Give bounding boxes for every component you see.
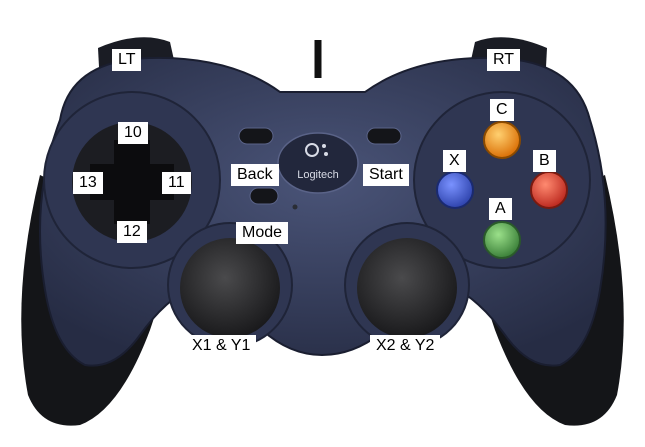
button-c-label: C <box>490 99 514 121</box>
back-label: Back <box>231 164 279 186</box>
back-button-shape <box>238 127 274 145</box>
dpad-left-label: 13 <box>73 172 103 194</box>
start-button-shape <box>366 127 402 145</box>
button-b-shape <box>530 171 568 209</box>
mode-label: Mode <box>236 222 289 244</box>
logo-text: Logitech <box>297 169 339 181</box>
dpad-up-label: 10 <box>118 122 148 144</box>
button-x-label: X <box>443 150 466 172</box>
gamepad-illustration: Logitech <box>21 37 624 426</box>
button-b-label: B <box>533 150 556 172</box>
button-c-shape <box>483 121 521 159</box>
dpad-right-label: 11 <box>162 172 191 194</box>
button-x-shape <box>436 171 474 209</box>
right-stick-shape <box>357 238 457 338</box>
left-stick-shape <box>180 238 280 338</box>
mode-led <box>292 204 298 210</box>
rt-label: RT <box>487 49 521 71</box>
start-label: Start <box>363 164 409 186</box>
left-stick-label: X1 & Y1 <box>186 335 257 357</box>
dpad-down-label: 12 <box>117 221 147 243</box>
lt-label: LT <box>112 49 142 71</box>
mode-button-shape <box>249 187 279 205</box>
button-a-shape <box>483 221 521 259</box>
logo-emblem <box>277 132 359 194</box>
button-a-label: A <box>489 198 512 220</box>
right-stick-label: X2 & Y2 <box>370 335 441 357</box>
gamepad-diagram: Logitech LT RT 10 11 12 13 Back Start Mo… <box>0 0 645 447</box>
